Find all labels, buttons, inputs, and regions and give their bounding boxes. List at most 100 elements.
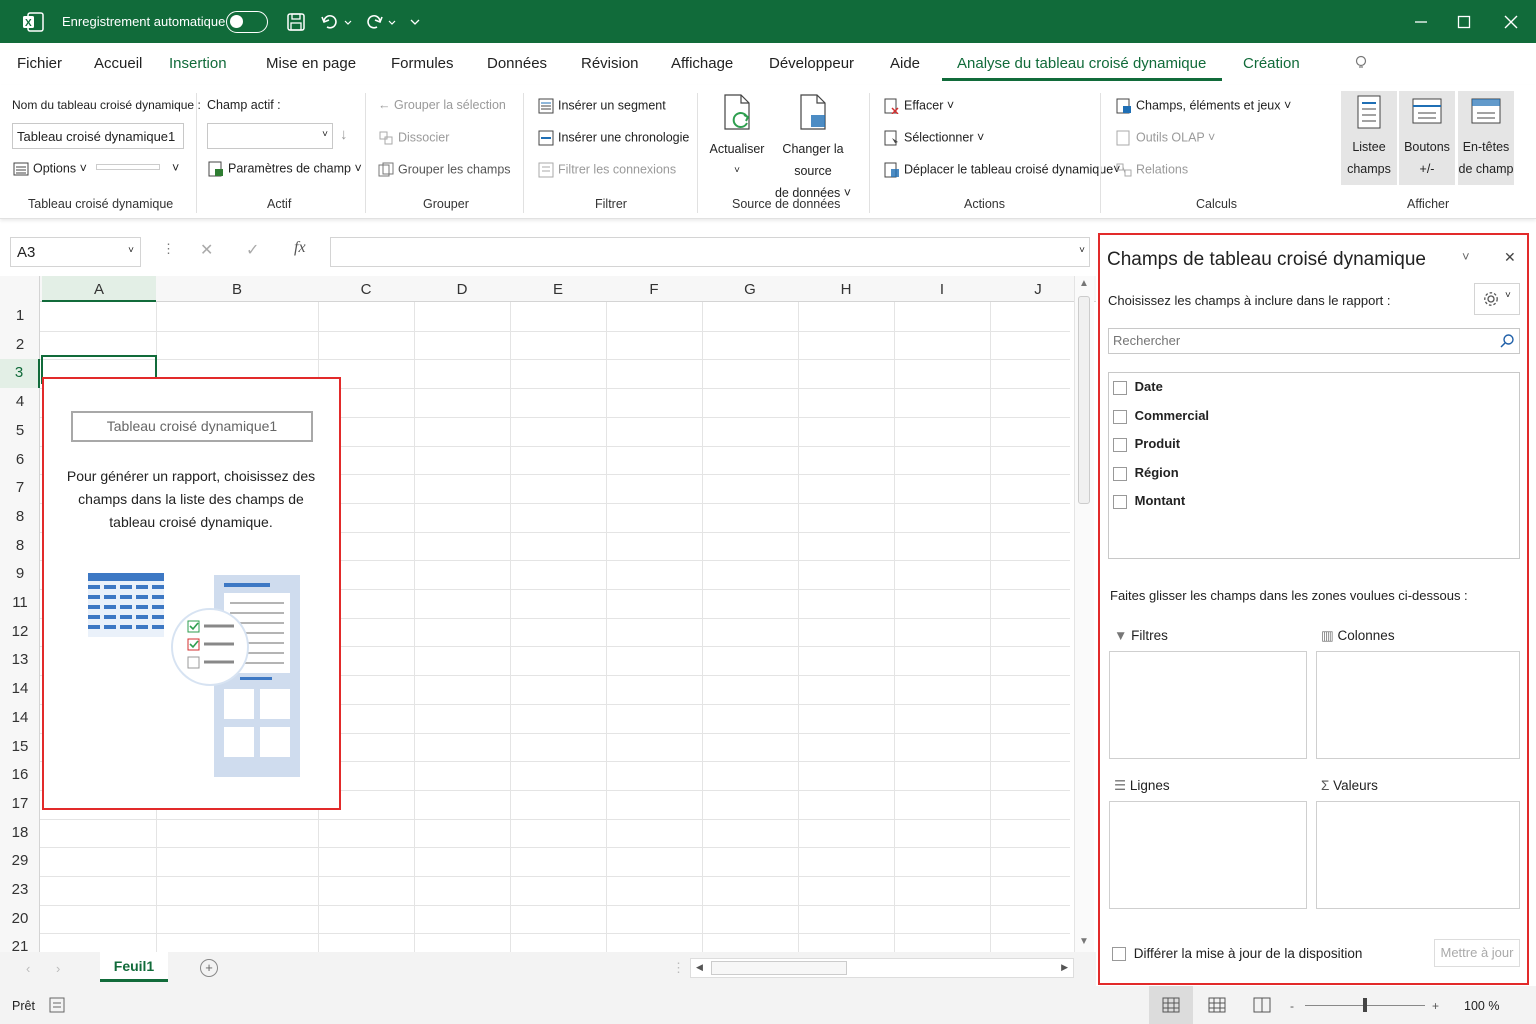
autosave-toggle[interactable]	[226, 0, 268, 43]
defer-update-option[interactable]: Différer la mise à jour de la dispositio…	[1112, 946, 1362, 962]
row-header[interactable]: 12	[0, 618, 40, 647]
olap-tools-button[interactable]: Outils OLAP ˅	[1116, 130, 1215, 146]
row-header[interactable]: 4	[0, 388, 40, 417]
enter-formula-icon[interactable]: ✓	[246, 240, 259, 260]
h-scroll-thumb[interactable]	[711, 961, 847, 975]
row-header[interactable]: 8	[0, 503, 40, 532]
checkbox[interactable]	[1113, 466, 1127, 481]
tab-developpeur[interactable]: Développeur	[769, 55, 854, 72]
column-header-c[interactable]: C	[318, 278, 414, 302]
row-header[interactable]: 13	[0, 646, 40, 675]
zoom-slider-thumb[interactable]	[1363, 998, 1367, 1012]
pt-name-input[interactable]: Tableau croisé dynamique1	[12, 123, 184, 149]
row-header[interactable]: 20	[0, 905, 40, 934]
fx-icon[interactable]: fx	[294, 239, 306, 257]
accessibility-icon[interactable]	[49, 997, 65, 1016]
relationships-button[interactable]: Relations	[1116, 162, 1188, 178]
expand-formula-icon[interactable]: ˅	[1079, 245, 1085, 256]
field-item-montant[interactable]: Montant	[1113, 493, 1185, 509]
chevron-down-icon[interactable]: ˅	[128, 245, 134, 256]
tab-donnees[interactable]: Données	[487, 55, 547, 72]
insert-slicer-button[interactable]: Insérer un segment	[538, 98, 666, 114]
maximize-icon[interactable]	[1457, 0, 1471, 43]
tab-affichage[interactable]: Affichage	[671, 55, 733, 72]
undo-icon[interactable]	[320, 0, 354, 43]
save-icon[interactable]	[286, 0, 306, 43]
options-slider[interactable]	[96, 164, 160, 170]
row-header[interactable]: 23	[0, 876, 40, 905]
field-search-input[interactable]	[1109, 329, 1479, 351]
column-header-e[interactable]: E	[510, 278, 606, 302]
page-break-view-icon[interactable]	[1253, 997, 1271, 1016]
normal-view-button[interactable]	[1149, 986, 1193, 1024]
lightbulb-icon[interactable]	[1354, 55, 1368, 75]
name-box[interactable]: A3 ˅	[10, 237, 141, 267]
select-button[interactable]: Sélectionner ˅	[884, 130, 984, 146]
row-header[interactable]: 17	[0, 790, 40, 819]
row-header[interactable]: 11	[0, 589, 40, 618]
ungroup-button[interactable]: Dissocier	[378, 130, 449, 146]
options-button[interactable]: Options ˅	[13, 161, 87, 177]
rows-drop-zone[interactable]	[1109, 801, 1307, 909]
refresh-button[interactable]: Actualiser ˅	[708, 93, 766, 182]
column-header-b[interactable]: B	[156, 278, 318, 302]
more-icon[interactable]: ⋮	[162, 241, 175, 257]
update-button[interactable]: Mettre à jour	[1434, 939, 1520, 967]
layout-settings-button[interactable]: ˅	[1474, 283, 1520, 315]
row-header[interactable]: 7	[0, 474, 40, 503]
drill-down-icon[interactable]: ↓	[340, 126, 348, 143]
row-header[interactable]: 29	[0, 847, 40, 876]
row-header[interactable]: 5	[0, 417, 40, 446]
options-dropdown-icon[interactable]: ˅	[172, 161, 179, 175]
row-header[interactable]: 1	[0, 302, 40, 331]
redo-icon[interactable]	[364, 0, 398, 43]
sheet-tab-feuil1[interactable]: Feuil1	[100, 952, 168, 982]
scroll-left-icon[interactable]: ◀	[696, 962, 703, 973]
column-header-a[interactable]: A	[42, 278, 156, 302]
tab-insertion[interactable]: Insertion	[169, 55, 227, 72]
row-header[interactable]: 6	[0, 446, 40, 475]
move-pt-button[interactable]: Déplacer le tableau croisé dynamique˅	[884, 162, 1120, 178]
tab-fichier[interactable]: Fichier	[17, 55, 62, 72]
close-window-icon[interactable]	[1504, 0, 1518, 43]
checkbox[interactable]	[1113, 380, 1127, 395]
minimize-icon[interactable]	[1414, 0, 1428, 43]
plus-minus-buttons-button[interactable]: Boutons +/-	[1399, 91, 1455, 185]
row-header[interactable]: 21	[0, 933, 40, 952]
field-item-produit[interactable]: Produit	[1113, 436, 1180, 452]
field-settings-button[interactable]: Paramètres de champ ˅	[208, 161, 362, 177]
tab-revision[interactable]: Révision	[581, 55, 639, 72]
column-header-d[interactable]: D	[414, 278, 510, 302]
zoom-out-icon[interactable]: -	[1290, 999, 1294, 1013]
tab-accueil[interactable]: Accueil	[94, 55, 142, 72]
field-item-date[interactable]: Date	[1113, 379, 1163, 395]
checkbox[interactable]	[1113, 409, 1127, 424]
prev-sheet-icon[interactable]: ‹	[26, 961, 30, 976]
row-header[interactable]: 14	[0, 704, 40, 733]
fields-items-button[interactable]: Champs, éléments et jeux ˅	[1116, 98, 1291, 114]
columns-drop-zone[interactable]	[1316, 651, 1520, 759]
horizontal-scrollbar[interactable]: ◀ ▶	[690, 958, 1074, 978]
column-header-h[interactable]: H	[798, 278, 894, 302]
filter-connections-button[interactable]: Filtrer les connexions	[538, 162, 676, 178]
tab-analyse-tcd[interactable]: Analyse du tableau croisé dynamique	[957, 55, 1206, 72]
field-item-region[interactable]: Région	[1113, 465, 1179, 481]
row-header[interactable]: 14	[0, 675, 40, 704]
row-header[interactable]: 3	[0, 359, 40, 389]
active-field-input[interactable]: ˅	[207, 123, 333, 149]
values-drop-zone[interactable]	[1316, 801, 1520, 909]
customize-qat-icon[interactable]	[408, 0, 422, 43]
add-sheet-icon[interactable]: +	[200, 959, 218, 977]
pane-close-icon[interactable]: ✕	[1504, 249, 1516, 266]
pivot-placeholder[interactable]: Tableau croisé dynamique1 Pour générer u…	[42, 377, 341, 810]
group-field-button[interactable]: Grouper les champs	[378, 162, 511, 178]
row-header[interactable]: 2	[0, 331, 40, 360]
field-item-commercial[interactable]: Commercial	[1113, 408, 1209, 424]
formula-input[interactable]: ˅	[330, 237, 1090, 267]
change-source-button[interactable]: Changer la source de données ˅	[766, 93, 860, 204]
vertical-scrollbar[interactable]: ▲ ▼	[1074, 276, 1094, 952]
column-header-f[interactable]: F	[606, 278, 702, 302]
row-header[interactable]: 8	[0, 532, 40, 561]
row-header[interactable]: 18	[0, 819, 40, 848]
zoom-level[interactable]: 100 %	[1464, 999, 1499, 1013]
